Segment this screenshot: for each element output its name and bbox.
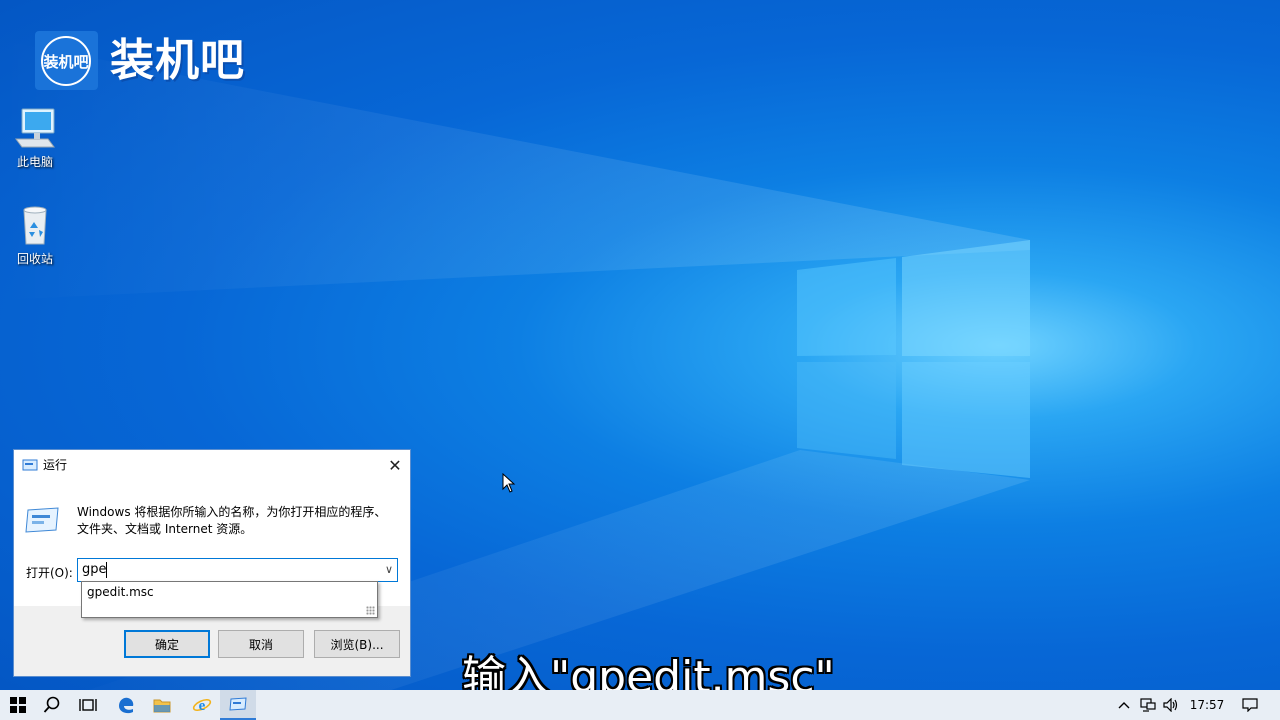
open-label: 打开(O): <box>26 566 73 580</box>
volume-icon <box>1163 698 1178 712</box>
chevron-up-icon <box>1118 702 1130 709</box>
windows-wallpaper-logo <box>797 240 1030 478</box>
ok-button[interactable]: 确定 <box>124 630 210 658</box>
run-dialog: 运行 ✕ Windows 将根据你所输入的名称，为你打开相应的程序、文件夹、文档… <box>13 449 411 677</box>
volume-button[interactable] <box>1160 690 1182 720</box>
run-app-icon <box>229 697 247 711</box>
cancel-button[interactable]: 取消 <box>218 630 304 658</box>
edge-button[interactable] <box>108 690 144 720</box>
search-button[interactable] <box>34 690 70 720</box>
resize-grip-icon[interactable] <box>366 606 375 615</box>
open-combobox[interactable]: gpe ∨ <box>77 558 398 582</box>
zhuangjiba-logo-badge: 装机吧 <box>35 31 98 90</box>
file-explorer-button[interactable] <box>144 690 180 720</box>
browse-button[interactable]: 浏览(B)... <box>314 630 400 658</box>
run-app-icon <box>22 459 38 471</box>
run-taskbar-button[interactable] <box>220 690 256 720</box>
close-button[interactable]: ✕ <box>380 450 410 480</box>
open-input[interactable]: gpe <box>82 562 107 577</box>
search-icon <box>43 696 60 713</box>
run-dialog-description: Windows 将根据你所输入的名称，为你打开相应的程序、文件夹、文档或 Int… <box>77 505 387 536</box>
network-icon <box>1140 698 1156 712</box>
start-button[interactable] <box>0 690 36 720</box>
internet-explorer-button[interactable]: e <box>184 690 220 720</box>
clock[interactable]: 17:57 <box>1184 690 1230 720</box>
recycle-bin-icon <box>23 206 47 245</box>
edge-icon <box>119 697 134 714</box>
run-dialog-title: 运行 <box>43 458 68 472</box>
computer-icon <box>15 108 55 148</box>
close-icon: ✕ <box>388 455 402 475</box>
notification-icon <box>1242 698 1258 712</box>
logo-badge-text: 装机吧 <box>41 36 91 86</box>
autocomplete-item[interactable]: gpedit.msc <box>87 585 154 599</box>
show-hidden-icons-button[interactable] <box>1114 690 1134 720</box>
windows-start-icon <box>10 697 26 713</box>
svg-text:e: e <box>199 698 206 714</box>
task-view-button[interactable] <box>70 690 106 720</box>
mouse-cursor-icon <box>502 473 516 493</box>
desktop-icon-label: 回收站 <box>16 252 53 266</box>
internet-explorer-icon: e <box>192 698 212 714</box>
zhuangjiba-brand-text: 装机吧 <box>110 35 245 86</box>
run-dialog-titlebar[interactable]: 运行 ✕ <box>14 450 410 480</box>
desktop-icon-this-pc[interactable]: 此电脑 <box>0 105 70 170</box>
chevron-down-icon[interactable]: ∨ <box>385 563 393 576</box>
desktop-icon-label: 此电脑 <box>16 155 53 169</box>
action-center-button[interactable] <box>1238 690 1262 720</box>
network-button[interactable] <box>1137 690 1159 720</box>
taskbar: e 17:57 <box>0 690 1280 720</box>
run-app-large-icon <box>25 507 59 533</box>
desktop-icon-recycle-bin[interactable]: 回收站 <box>0 202 70 267</box>
file-explorer-icon <box>153 699 171 713</box>
text-caret <box>106 562 107 578</box>
autocomplete-dropdown: gpedit.msc <box>81 581 378 618</box>
task-view-icon <box>79 699 97 711</box>
